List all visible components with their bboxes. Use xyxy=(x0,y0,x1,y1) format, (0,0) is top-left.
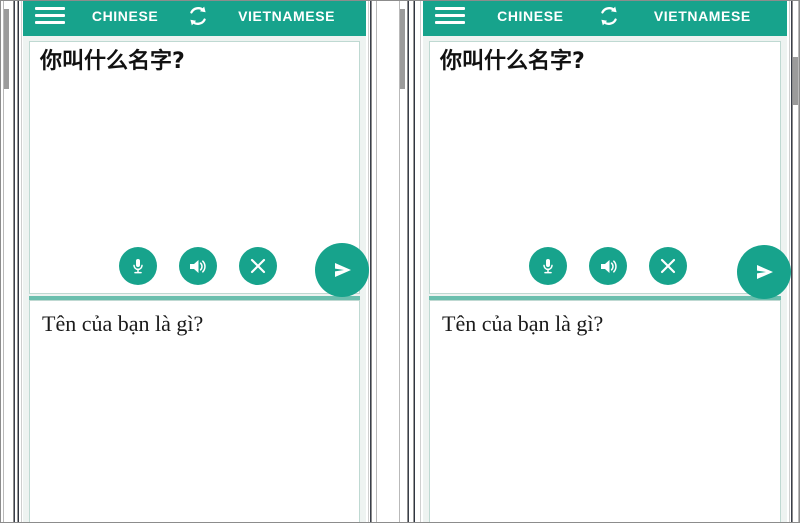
send-translate-button-2[interactable] xyxy=(737,245,791,299)
phone-right-bezel-edge-3 xyxy=(408,1,409,522)
phone-right-power-button[interactable] xyxy=(793,57,798,105)
hamburger-menu-icon[interactable] xyxy=(35,4,65,28)
translator-body: 你叫什么名字? Tên của bạn là gì? xyxy=(23,36,366,522)
phone-right-bezel-right-4 xyxy=(798,1,799,522)
phone-left: CHINESE VIETNAMESE 你叫什么名字? Tên của bạn l… xyxy=(1,1,379,522)
screenshot-canvas: CHINESE VIETNAMESE 你叫什么名字? Tên của bạn l… xyxy=(0,0,800,523)
swap-languages-icon-2[interactable] xyxy=(594,1,624,31)
target-text-panel[interactable]: Tên của bạn là gì? xyxy=(29,300,360,522)
source-language-label[interactable]: CHINESE xyxy=(67,8,183,24)
source-action-buttons xyxy=(30,247,359,285)
phone-right-bezel-edge-5 xyxy=(414,1,415,522)
app-header-2: CHINESE VIETNAMESE xyxy=(423,1,787,36)
phone-left-bezel-edge-3 xyxy=(14,1,15,522)
hamburger-menu-icon-2[interactable] xyxy=(435,4,465,28)
phone-left-bezel-edge-5 xyxy=(18,1,19,522)
target-text: Tên của bạn là gì? xyxy=(42,311,204,336)
source-text: 你叫什么名字? xyxy=(40,49,185,74)
phone-left-bezel-right-4 xyxy=(376,1,377,522)
phone-left-screen: CHINESE VIETNAMESE 你叫什么名字? Tên của bạn l… xyxy=(23,1,366,522)
phone-left-bezel-right-3 xyxy=(371,1,372,522)
translator-body-2: 你叫什么名字? Tên của bạn là gì? xyxy=(423,36,787,522)
phone-left-volume-button[interactable] xyxy=(4,9,9,89)
source-text-panel-2[interactable]: 你叫什么名字? xyxy=(429,41,781,294)
clear-button-2[interactable] xyxy=(649,247,687,285)
microphone-button[interactable] xyxy=(118,247,157,285)
target-language-label[interactable]: VIETNAMESE xyxy=(213,8,360,24)
send-translate-button[interactable] xyxy=(315,243,369,297)
source-text-2: 你叫什么名字? xyxy=(440,49,585,74)
target-text-2: Tên của bạn là gì? xyxy=(442,311,604,336)
swap-languages-icon[interactable] xyxy=(183,1,213,31)
target-text-panel-2[interactable]: Tên của bạn là gì? xyxy=(429,300,781,522)
target-language-label-2[interactable]: VIETNAMESE xyxy=(624,8,781,24)
clear-button[interactable] xyxy=(238,247,277,285)
speaker-button-2[interactable] xyxy=(589,247,627,285)
phone-left-bezel-edge-6 xyxy=(21,1,22,522)
phone-right-volume-button[interactable] xyxy=(400,9,405,89)
source-text-panel[interactable]: 你叫什么名字? xyxy=(29,41,360,294)
phone-right: CHINESE VIETNAMESE 你叫什么名字? Tên của bạn l… xyxy=(397,1,799,522)
speaker-button[interactable] xyxy=(178,247,217,285)
app-header: CHINESE VIETNAMESE xyxy=(23,1,366,36)
phone-right-screen: CHINESE VIETNAMESE 你叫什么名字? Tên của bạn l… xyxy=(423,1,787,522)
source-language-label-2[interactable]: CHINESE xyxy=(467,8,594,24)
source-action-buttons-2 xyxy=(430,247,780,285)
microphone-button-2[interactable] xyxy=(529,247,567,285)
phone-left-bezel-right-1 xyxy=(368,1,369,522)
phone-right-bezel-edge-6 xyxy=(420,1,421,522)
